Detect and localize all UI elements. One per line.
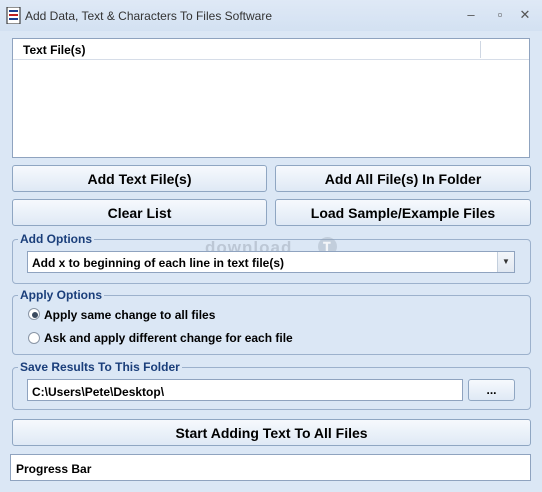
add-text-files-button[interactable]: Add Text File(s) xyxy=(12,165,267,192)
chevron-down-icon[interactable]: ▼ xyxy=(497,252,514,272)
add-all-files-in-folder-button[interactable]: Add All File(s) In Folder xyxy=(275,165,531,192)
radio-ask-different-change[interactable] xyxy=(28,332,40,344)
file-list[interactable]: Text File(s) xyxy=(12,38,530,158)
list-header: Text File(s) xyxy=(13,39,529,60)
apply-options-label: Apply Options xyxy=(18,288,104,302)
title-bar: Add Data, Text & Characters To Files Sof… xyxy=(0,0,542,31)
window-title: Add Data, Text & Characters To Files Sof… xyxy=(25,9,273,23)
save-folder-input[interactable]: C:\Users\Pete\Desktop\ xyxy=(27,379,463,401)
start-adding-text-button[interactable]: Start Adding Text To All Files xyxy=(12,419,531,446)
add-options-selected-value: Add x to beginning of each line in text … xyxy=(32,256,285,270)
minimize-button[interactable]: – xyxy=(459,6,483,24)
app-icon xyxy=(6,7,21,24)
clear-list-button[interactable]: Clear List xyxy=(12,199,267,226)
load-sample-files-button[interactable]: Load Sample/Example Files xyxy=(275,199,531,226)
add-options-select[interactable]: Add x to beginning of each line in text … xyxy=(27,251,515,273)
maximize-button[interactable]: ▫ xyxy=(488,6,512,24)
add-options-label: Add Options xyxy=(18,232,94,246)
browse-button[interactable]: ... xyxy=(468,379,515,401)
close-button[interactable]: ✕ xyxy=(513,6,537,24)
radio-apply-same-change[interactable] xyxy=(28,308,40,320)
progress-bar-label: Progress Bar xyxy=(16,462,92,476)
column-header-text-files[interactable]: Text File(s) xyxy=(13,39,480,60)
apply-options-group xyxy=(12,295,531,355)
column-separator[interactable] xyxy=(480,41,481,58)
save-folder-path: C:\Users\Pete\Desktop\ xyxy=(32,385,165,399)
radio-ask-different-change-label[interactable]: Ask and apply different change for each … xyxy=(44,331,293,345)
save-results-label: Save Results To This Folder xyxy=(18,360,182,374)
radio-apply-same-change-label[interactable]: Apply same change to all files xyxy=(44,308,215,322)
progress-bar: Progress Bar xyxy=(10,454,531,481)
